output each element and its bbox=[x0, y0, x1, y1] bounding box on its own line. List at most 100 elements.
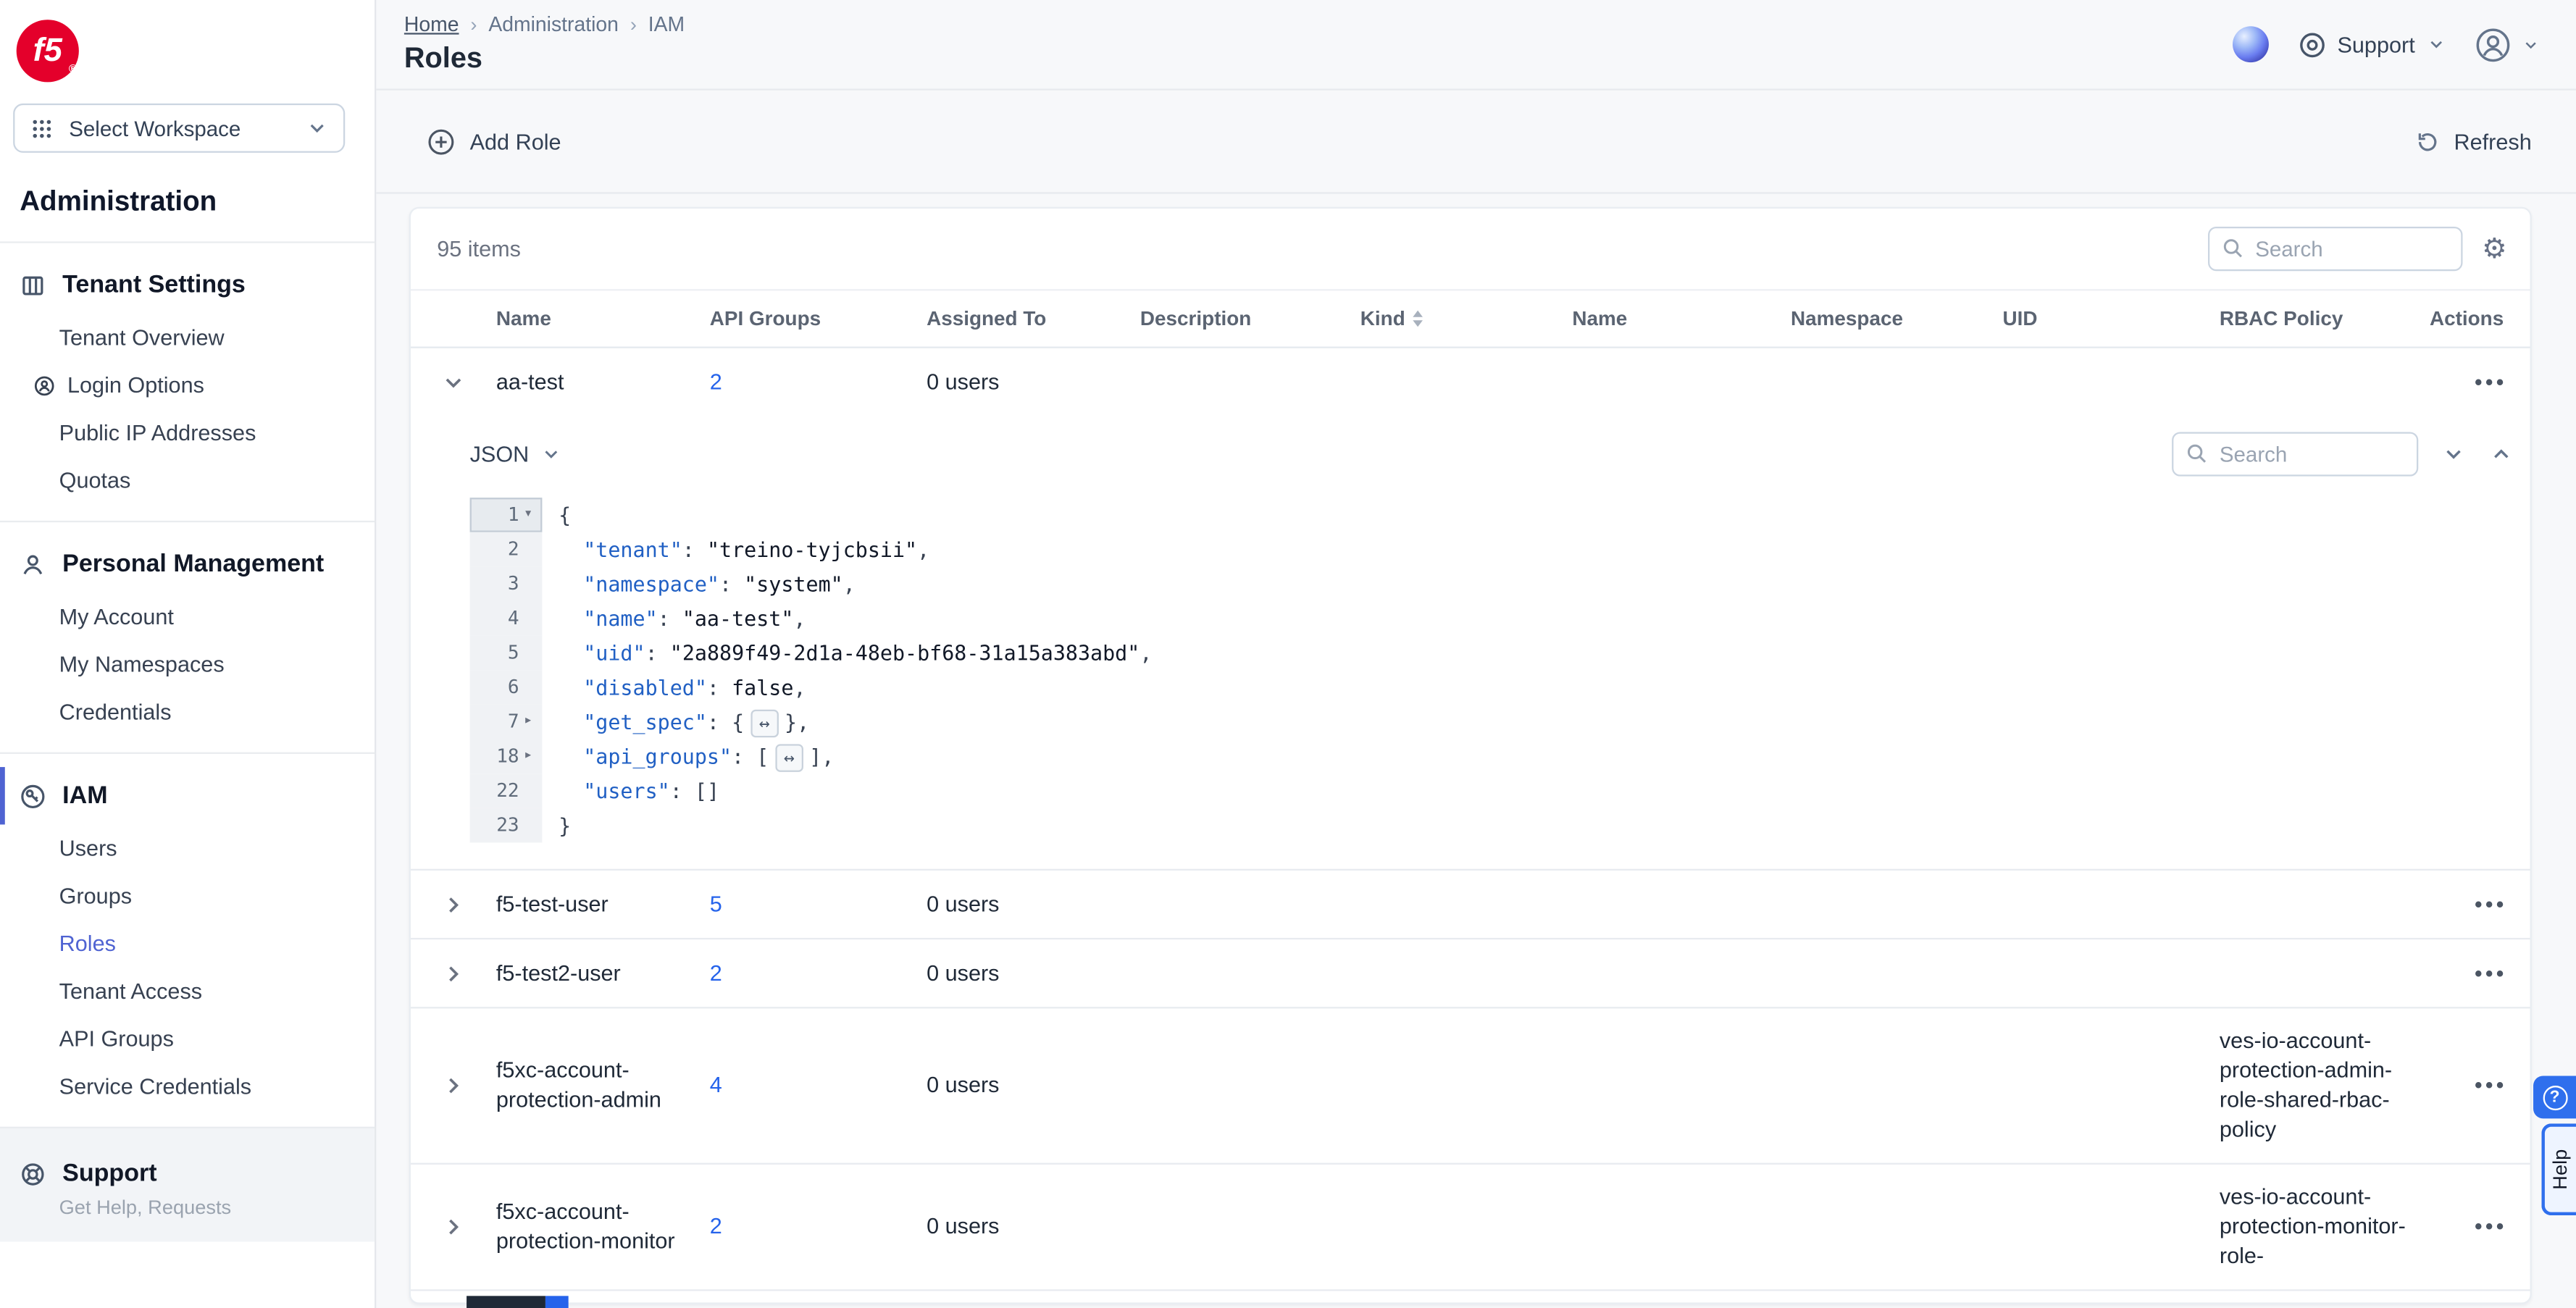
code-token: } bbox=[559, 813, 571, 838]
code-token: }, bbox=[785, 710, 809, 734]
plus-circle-icon bbox=[427, 127, 456, 156]
sidebar-item-my-namespaces[interactable]: My Namespaces bbox=[0, 640, 375, 688]
section-header-iam[interactable]: IAM bbox=[0, 767, 375, 824]
breadcrumb-home[interactable]: Home bbox=[404, 13, 459, 36]
rbac-policy-cell: ves-io-account-protection-monitor-role- bbox=[2220, 1165, 2450, 1289]
code-line: 2 "tenant": "treino-tyjcbsii", bbox=[470, 532, 2514, 567]
code-token: false bbox=[732, 675, 793, 700]
fold-closed-icon[interactable]: ▸ bbox=[519, 739, 538, 774]
breadcrumb-iam[interactable]: IAM bbox=[648, 13, 685, 36]
assistant-sphere-icon[interactable] bbox=[2232, 26, 2268, 62]
expand-chevron-icon[interactable] bbox=[411, 1073, 496, 1099]
breadcrumb: Home › Administration › IAM bbox=[404, 13, 685, 36]
description-cell bbox=[1140, 364, 1360, 401]
section-header-support[interactable]: Support bbox=[0, 1145, 375, 1202]
breadcrumb-separator: › bbox=[470, 13, 477, 36]
column-name-2[interactable]: Name bbox=[1572, 290, 1791, 346]
prev-match-chevron-up-icon[interactable] bbox=[2489, 441, 2514, 466]
section-personal-management: Personal Management My Account My Namesp… bbox=[0, 521, 375, 752]
fold-closed-icon[interactable]: ▸ bbox=[519, 705, 538, 739]
next-match-chevron-down-icon[interactable] bbox=[2441, 441, 2466, 466]
table-row[interactable]: f5-test-user 5 0 users ••• bbox=[411, 871, 2530, 939]
sidebar-item-quotas[interactable]: Quotas bbox=[0, 456, 375, 504]
sort-icon[interactable] bbox=[1413, 311, 1423, 327]
gear-icon[interactable]: ⚙ bbox=[2482, 235, 2507, 263]
sidebar-item-public-ip-addresses[interactable]: Public IP Addresses bbox=[0, 409, 375, 457]
collapse-chevron-icon[interactable] bbox=[411, 369, 496, 395]
table-row[interactable]: f5xc-account-protection-admin 4 0 users … bbox=[411, 1008, 2530, 1164]
column-kind[interactable]: Kind bbox=[1360, 290, 1573, 346]
sidebar-item-tenant-overview[interactable]: Tenant Overview bbox=[0, 314, 375, 361]
collapsed-content-chip[interactable]: ↔ bbox=[775, 744, 803, 772]
line-number-gutter[interactable]: 1▾ bbox=[470, 498, 543, 532]
assigned-to: 0 users bbox=[927, 871, 1140, 937]
table-row[interactable]: f5xc-account-protection-monitor 2 0 user… bbox=[411, 1165, 2530, 1291]
row-actions-button[interactable]: ••• bbox=[2475, 889, 2507, 919]
expand-chevron-icon[interactable] bbox=[411, 960, 496, 986]
expand-chevron-icon[interactable] bbox=[411, 1214, 496, 1240]
code-token: "tenant" bbox=[583, 537, 682, 562]
row-actions-button[interactable]: ••• bbox=[2475, 1212, 2507, 1242]
api-groups-link[interactable]: 2 bbox=[710, 960, 722, 985]
help-question-icon[interactable]: ? bbox=[2533, 1076, 2576, 1118]
sidebar-item-groups[interactable]: Groups bbox=[0, 872, 375, 920]
sidebar-item-label: Roles bbox=[59, 931, 116, 956]
table-row[interactable]: aa-test 2 0 users ••• bbox=[411, 348, 2530, 417]
refresh-button[interactable]: Refresh bbox=[2414, 129, 2532, 154]
expand-chevron-icon[interactable] bbox=[411, 891, 496, 917]
role-name: f5-test-user bbox=[496, 871, 710, 937]
section-header-tenant-settings[interactable]: Tenant Settings bbox=[0, 256, 375, 314]
actions-toolbar: Add Role Refresh bbox=[376, 91, 2576, 194]
add-role-button[interactable]: Add Role bbox=[427, 127, 561, 156]
fold-open-icon[interactable]: ▾ bbox=[519, 498, 538, 532]
sidebar-item-label: Service Credentials bbox=[59, 1074, 251, 1099]
column-name[interactable]: Name bbox=[496, 290, 710, 346]
sidebar-item-tenant-access[interactable]: Tenant Access bbox=[0, 968, 375, 1015]
api-groups-link[interactable]: 5 bbox=[710, 891, 722, 915]
table-row[interactable]: f5-test2-user 2 0 users ••• bbox=[411, 939, 2530, 1008]
sidebar-item-users[interactable]: Users bbox=[0, 824, 375, 872]
sidebar-item-credentials[interactable]: Credentials bbox=[0, 688, 375, 736]
uid-cell bbox=[2003, 364, 2220, 401]
api-groups-link[interactable]: 2 bbox=[710, 1214, 722, 1238]
column-api-groups[interactable]: API Groups bbox=[710, 290, 927, 346]
row-actions-button[interactable]: ••• bbox=[2475, 368, 2507, 398]
line-number-gutter[interactable]: 18▸ bbox=[470, 739, 543, 774]
line-number-gutter[interactable]: 7▸ bbox=[470, 705, 543, 739]
code-line: 18▸ "api_groups": [↔], bbox=[470, 739, 2514, 774]
f5-logo[interactable]: f5® bbox=[17, 20, 79, 82]
support-menu[interactable]: Support bbox=[2298, 30, 2446, 59]
breadcrumb-administration[interactable]: Administration bbox=[488, 13, 619, 36]
help-tab[interactable]: Help bbox=[2541, 1123, 2576, 1215]
sidebar-item-roles[interactable]: Roles bbox=[0, 920, 375, 968]
chevron-down-icon bbox=[2522, 35, 2540, 54]
format-select[interactable]: JSON bbox=[470, 441, 562, 466]
sidebar-item-service-credentials[interactable]: Service Credentials bbox=[0, 1062, 375, 1110]
column-assigned-to[interactable]: Assigned To bbox=[927, 290, 1140, 346]
api-groups-link[interactable]: 4 bbox=[710, 1073, 722, 1097]
sidebar-item-my-account[interactable]: My Account bbox=[0, 593, 375, 641]
row-actions-button[interactable]: ••• bbox=[2475, 958, 2507, 988]
section-title: IAM bbox=[62, 782, 107, 810]
column-namespace[interactable]: Namespace bbox=[1791, 290, 2003, 346]
refresh-icon bbox=[2414, 129, 2439, 154]
sidebar-title: Administration bbox=[20, 185, 355, 218]
column-rbac-policy[interactable]: RBAC Policy bbox=[2220, 290, 2450, 346]
sidebar-item-label: Login Options bbox=[67, 373, 204, 398]
collapsed-content-chip[interactable]: ↔ bbox=[750, 710, 778, 738]
search-input[interactable] bbox=[2207, 227, 2462, 271]
sidebar-item-api-groups[interactable]: API Groups bbox=[0, 1015, 375, 1063]
api-groups-link[interactable]: 2 bbox=[710, 369, 722, 394]
column-description[interactable]: Description bbox=[1140, 290, 1360, 346]
account-menu[interactable] bbox=[2476, 27, 2540, 62]
section-header-personal-management[interactable]: Personal Management bbox=[0, 535, 375, 592]
json-search-input[interactable] bbox=[2172, 431, 2418, 475]
sidebar-item-login-options[interactable]: Login Options bbox=[0, 361, 375, 409]
row-actions-button[interactable]: ••• bbox=[2475, 1071, 2507, 1101]
code-token: , bbox=[793, 606, 806, 631]
line-number-gutter: 23 bbox=[470, 808, 543, 843]
person-icon bbox=[20, 551, 46, 577]
assigned-to: 0 users bbox=[927, 1194, 1140, 1260]
workspace-selector[interactable]: Select Workspace bbox=[13, 104, 345, 153]
column-uid[interactable]: UID bbox=[2003, 290, 2220, 346]
